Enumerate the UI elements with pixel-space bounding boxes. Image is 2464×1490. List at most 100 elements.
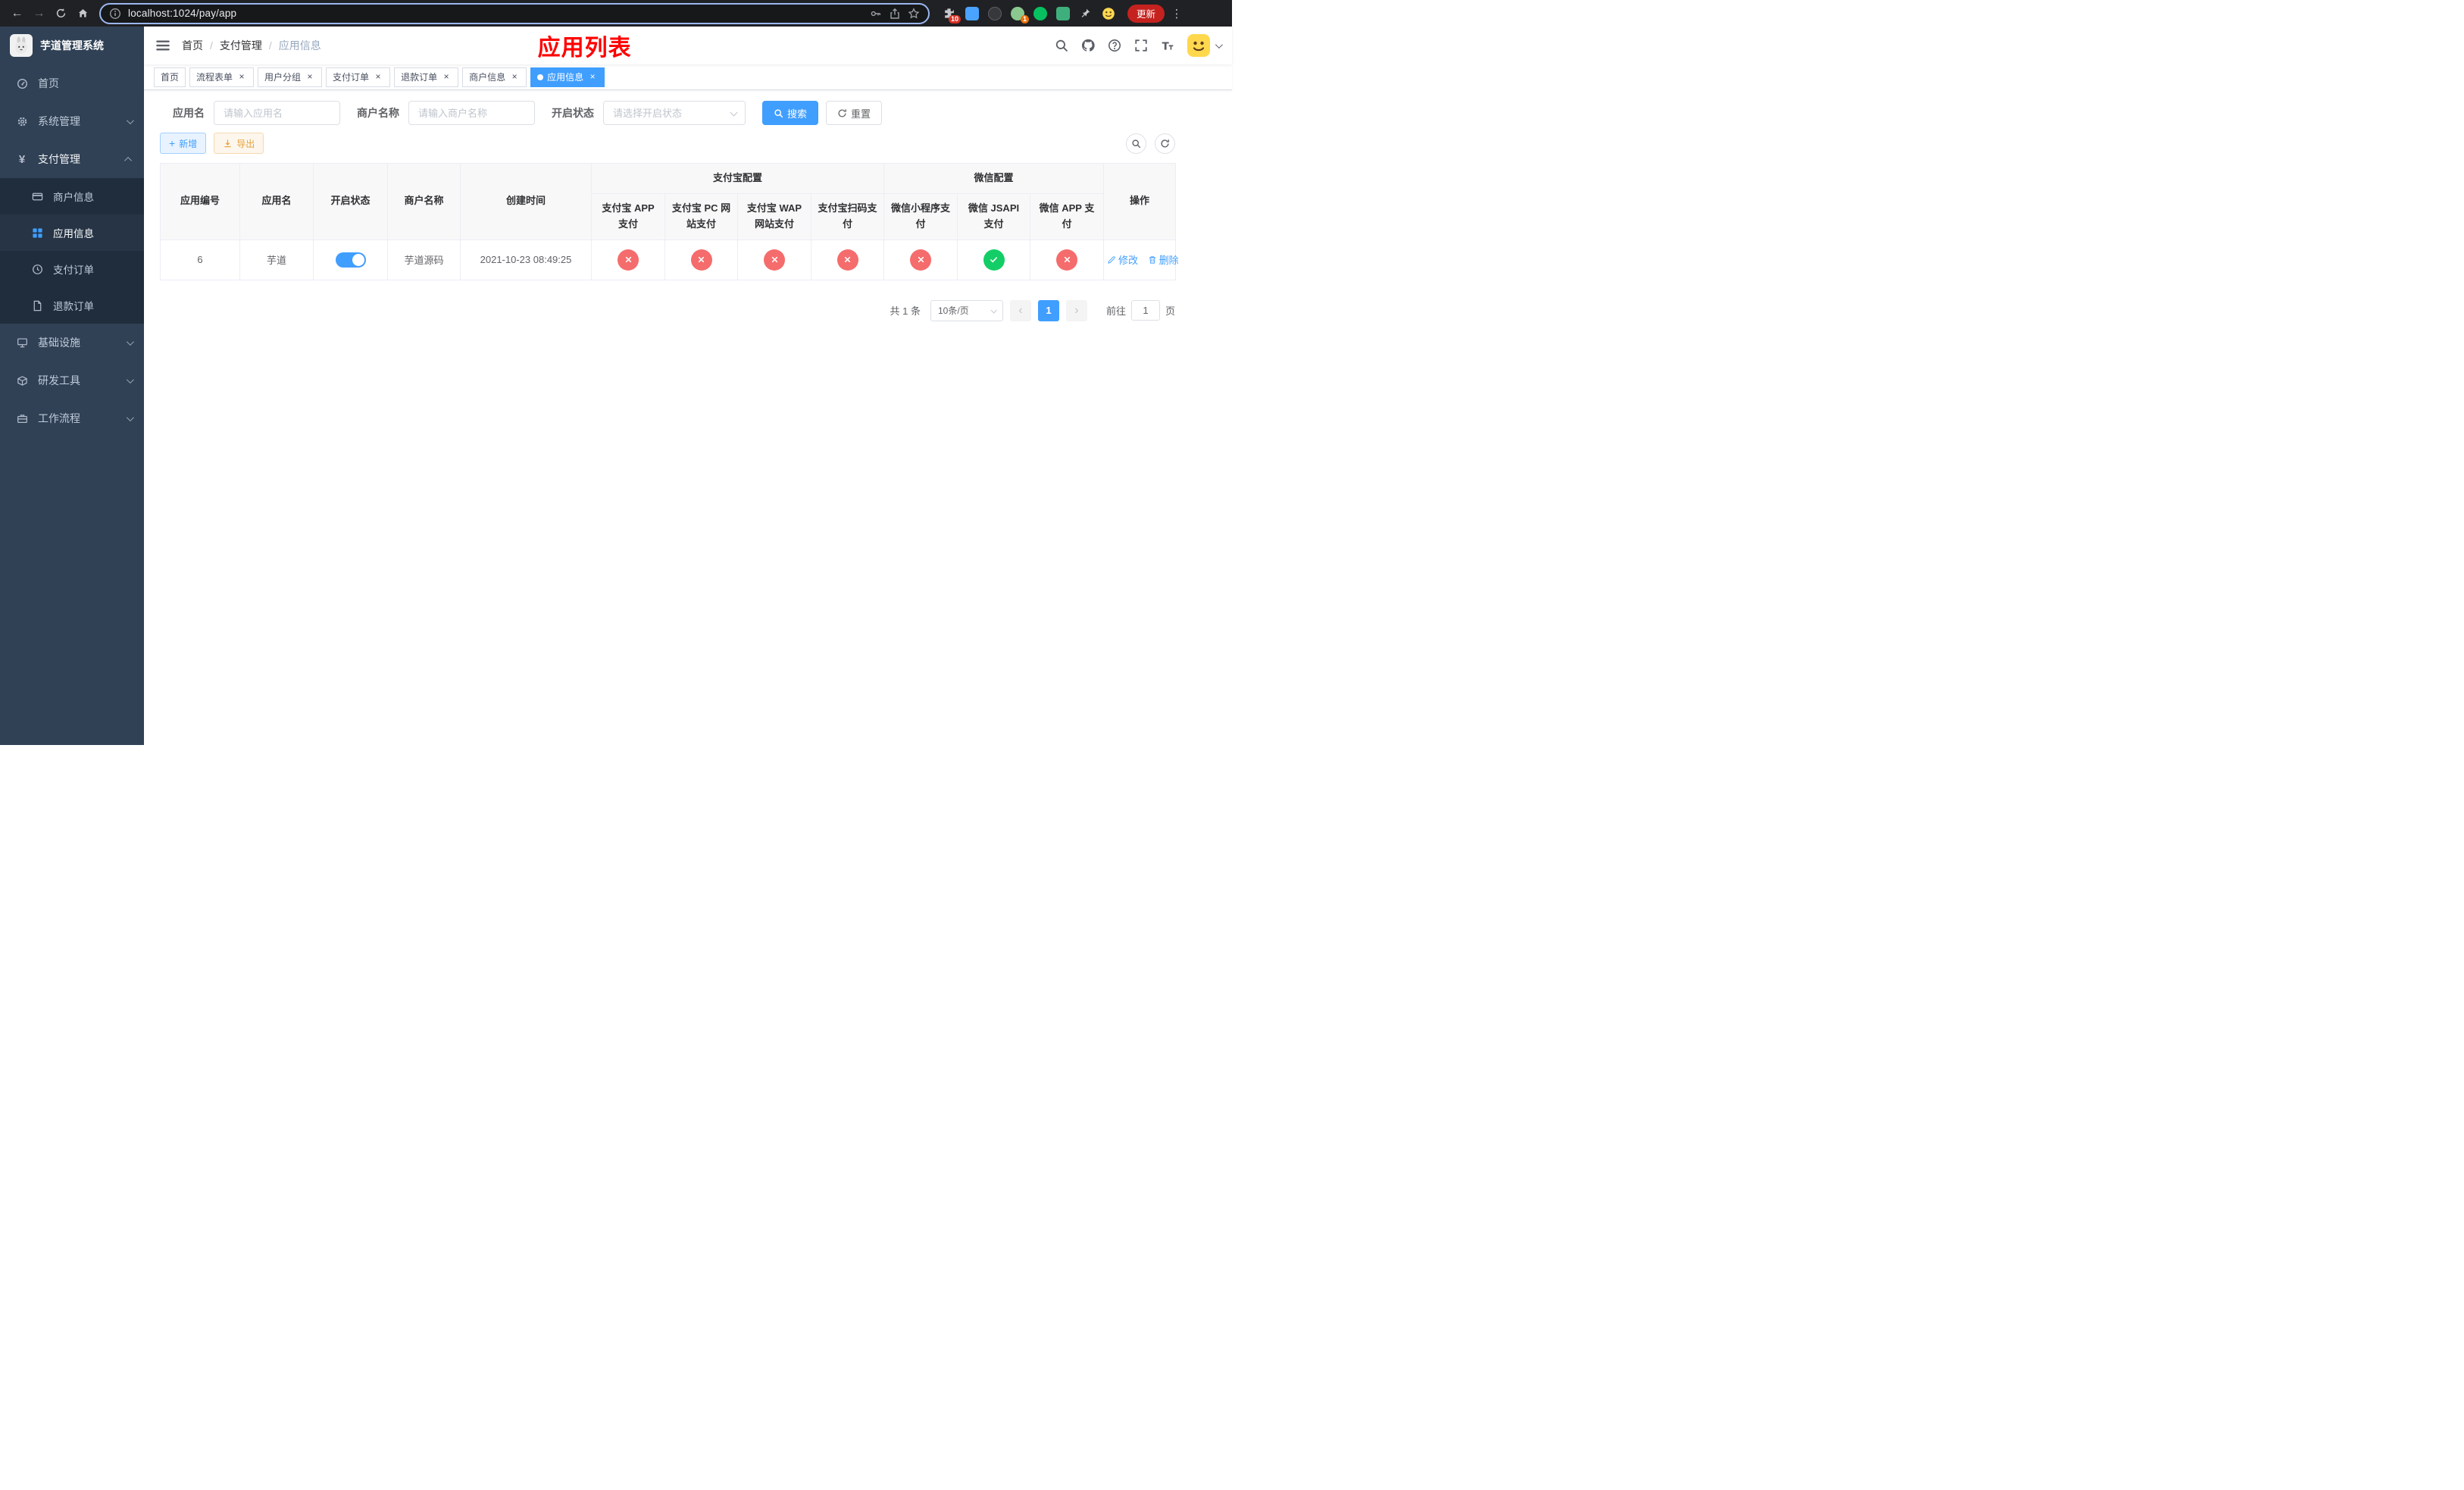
status-select-input[interactable] <box>603 101 746 125</box>
edit-link[interactable]: 修改 <box>1107 252 1138 267</box>
admin-app: 芋道管理系统 首页 系统管理 支付管理 <box>0 27 1232 745</box>
tab-home[interactable]: 首页 <box>154 67 186 87</box>
close-icon[interactable] <box>441 72 452 83</box>
sidebar-item-home[interactable]: 首页 <box>0 64 144 102</box>
ext-green-check-icon[interactable] <box>1033 6 1047 20</box>
export-button[interactable]: 导出 <box>214 133 264 154</box>
ext-pin-icon[interactable] <box>1078 6 1093 20</box>
add-button-label: 新增 <box>179 138 198 149</box>
col-header-alipay-wap: 支付宝 WAP 网站支付 <box>737 193 811 240</box>
sidebar-item-merchant-info[interactable]: 商户信息 <box>0 178 144 214</box>
export-button-label: 导出 <box>236 138 255 149</box>
app-title: 芋道管理系统 <box>40 39 104 52</box>
user-avatar[interactable] <box>1187 34 1210 57</box>
add-button[interactable]: 新增 <box>160 133 207 154</box>
sidebar-item-label: 商户信息 <box>53 192 94 203</box>
ext-blue-icon[interactable] <box>965 6 979 20</box>
tab-refund-orders[interactable]: 退款订单 <box>394 67 459 87</box>
chevron-down-icon <box>126 413 134 421</box>
browser-home-button[interactable] <box>73 3 93 23</box>
font-size-icon[interactable] <box>1161 39 1174 52</box>
prev-page-button[interactable] <box>1009 299 1031 321</box>
delete-link[interactable]: 删除 <box>1148 252 1179 267</box>
sidebar-item-infrastructure[interactable]: 基础设施 <box>0 324 144 362</box>
fullscreen-icon[interactable] <box>1134 39 1148 52</box>
toggle-search-button[interactable] <box>1126 133 1146 154</box>
hamburger-icon[interactable] <box>155 38 170 53</box>
breadcrumb-payment[interactable]: 支付管理 <box>220 38 262 53</box>
share-icon[interactable] <box>889 8 901 20</box>
search-button-label: 搜索 <box>787 108 808 120</box>
tab-app-info[interactable]: 应用信息 <box>530 67 605 87</box>
browser-back-button[interactable]: ← <box>7 3 27 23</box>
col-header-merchant: 商户名称 <box>387 163 461 240</box>
breadcrumb-home[interactable]: 首页 <box>182 38 203 53</box>
chevron-down-icon <box>126 375 134 383</box>
github-icon[interactable] <box>1081 39 1095 52</box>
download-icon <box>224 139 231 147</box>
status-toggle[interactable] <box>335 252 366 268</box>
browser-reload-button[interactable] <box>51 3 71 23</box>
close-icon[interactable] <box>587 72 598 83</box>
search-icon <box>774 108 783 117</box>
sidebar-item-label: 工作流程 <box>38 412 80 424</box>
user-menu[interactable] <box>1187 34 1223 57</box>
password-key-icon[interactable] <box>870 8 882 20</box>
merchant-name-input[interactable] <box>408 101 535 125</box>
address-bar[interactable]: localhost:1024/pay/app <box>99 2 930 24</box>
tab-label: 商户信息 <box>469 72 506 83</box>
url-text[interactable]: localhost:1024/pay/app <box>128 8 863 19</box>
bookmark-star-icon[interactable] <box>908 7 920 20</box>
ext-green-book-icon[interactable] <box>1055 6 1070 20</box>
tab-process-form[interactable]: 流程表单 <box>189 67 255 87</box>
sidebar-item-dev-tools[interactable]: 研发工具 <box>0 362 144 399</box>
extensions-puzzle-icon[interactable]: 10 <box>942 6 961 23</box>
ext-dark-circle-icon[interactable] <box>987 6 1002 20</box>
tab-user-group[interactable]: 用户分组 <box>258 67 323 87</box>
goto-label: 前往 <box>1105 305 1126 318</box>
search-icon <box>1132 139 1141 148</box>
sidebar-item-app-info[interactable]: 应用信息 <box>0 214 144 251</box>
navbar-actions <box>1055 34 1223 57</box>
status-select[interactable] <box>603 101 746 125</box>
close-icon[interactable] <box>373 72 383 83</box>
chrome-update-button[interactable]: 更新 <box>1127 4 1165 23</box>
table-toolbar: 新增 导出 <box>160 133 1175 154</box>
alipay-wap-status-icon <box>764 249 785 271</box>
tab-payment-orders[interactable]: 支付订单 <box>326 67 391 87</box>
refresh-table-button[interactable] <box>1155 133 1175 154</box>
reset-button[interactable]: 重置 <box>826 101 883 125</box>
page-info-icon[interactable] <box>109 8 121 20</box>
sidebar-item-payment-orders[interactable]: 支付订单 <box>0 251 144 287</box>
search-button[interactable]: 搜索 <box>762 101 819 125</box>
sidebar-item-label: 研发工具 <box>38 374 80 387</box>
page-size-select[interactable]: 10条/页 <box>930 299 1003 321</box>
delete-link-label: 删除 <box>1159 255 1179 267</box>
sidebar-item-payment[interactable]: 支付管理 <box>0 140 144 178</box>
goto-page-input[interactable] <box>1130 300 1160 321</box>
browser-menu-icon[interactable] <box>1169 7 1184 20</box>
ext-profile-avatar-icon[interactable]: 1 <box>1010 6 1029 23</box>
sidebar-item-label: 系统管理 <box>38 115 80 127</box>
tab-merchant-info[interactable]: 商户信息 <box>462 67 527 87</box>
sidebar-item-workflow[interactable]: 工作流程 <box>0 399 144 437</box>
ext-emoji-icon[interactable] <box>1101 6 1115 20</box>
app-name-input[interactable] <box>214 101 340 125</box>
col-header-alipay-app: 支付宝 APP 支付 <box>591 193 665 240</box>
app-name-label: 应用名 <box>173 107 205 119</box>
app-logo-row[interactable]: 芋道管理系统 <box>0 27 144 64</box>
help-icon[interactable] <box>1108 39 1121 52</box>
status-label: 开启状态 <box>552 107 594 119</box>
close-icon[interactable] <box>236 72 247 83</box>
close-icon[interactable] <box>305 72 315 83</box>
tab-label: 应用信息 <box>547 72 584 83</box>
search-icon[interactable] <box>1055 39 1068 52</box>
sidebar-item-refund-orders[interactable]: 退款订单 <box>0 287 144 324</box>
alipay-app-status-icon <box>618 249 639 271</box>
close-icon[interactable] <box>509 72 520 83</box>
browser-toolbar: ← → localhost:1024/pay/app 10 1 更新 <box>0 0 1232 27</box>
browser-forward-button[interactable]: → <box>29 3 49 23</box>
next-page-button[interactable] <box>1065 299 1087 321</box>
sidebar-item-system[interactable]: 系统管理 <box>0 102 144 140</box>
current-page-button[interactable]: 1 <box>1037 299 1059 321</box>
